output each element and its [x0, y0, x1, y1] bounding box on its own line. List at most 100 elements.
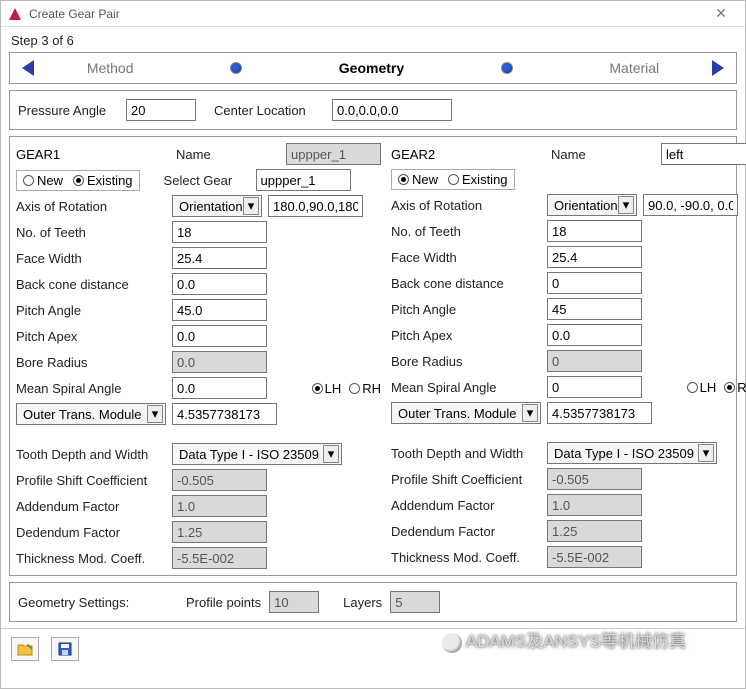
geometry-settings-panel: Geometry Settings: Profile points Layers — [9, 582, 737, 622]
profile-shift-label: Profile Shift Coefficient — [391, 472, 541, 487]
gear2-module-select[interactable]: Outer Trans. Module▾ — [391, 402, 541, 424]
gear2-no-teeth-input[interactable] — [547, 220, 642, 242]
gear1-module-input[interactable] — [172, 403, 277, 425]
gear2-rh-radio[interactable]: RH — [724, 380, 746, 395]
axis-label: Axis of Rotation — [391, 198, 541, 213]
gear1-mode-group: New Existing — [16, 170, 140, 191]
profile-points-label: Profile points — [186, 595, 261, 610]
addendum-label: Addendum Factor — [391, 498, 541, 513]
gear2-bore-radius-input — [547, 350, 642, 372]
gear1-face-width-input[interactable] — [172, 247, 267, 269]
chevron-down-icon: ▾ — [618, 196, 634, 214]
gear2-orientation-input[interactable] — [643, 194, 738, 216]
gear2-existing-radio[interactable]: Existing — [448, 172, 508, 187]
gear2-profile-shift-input — [547, 468, 642, 490]
pressure-angle-label: Pressure Angle — [18, 103, 118, 118]
pitch-angle-label: Pitch Angle — [391, 302, 541, 317]
pitch-apex-label: Pitch Apex — [391, 328, 541, 343]
wizard-method[interactable]: Method — [87, 60, 134, 76]
gear1-rh-radio[interactable]: RH — [349, 381, 381, 396]
gear2-module-input[interactable] — [547, 402, 652, 424]
gear2-pitch-angle-input[interactable] — [547, 298, 642, 320]
title-bar: Create Gear Pair ✕ — [1, 1, 745, 27]
select-gear-label: Select Gear — [164, 173, 250, 188]
gear1-column: GEAR1 Name New Existing Select Gear Axis… — [16, 143, 381, 569]
gear2-dedendum-input — [547, 520, 642, 542]
gear1-orientation-input[interactable] — [268, 195, 363, 217]
gear2-mode-group: New Existing — [391, 169, 515, 190]
gear1-no-teeth-input[interactable] — [172, 221, 267, 243]
gear2-back-cone-input[interactable] — [547, 272, 642, 294]
gear1-thick-mod-input — [172, 547, 267, 569]
chevron-down-icon: ▾ — [698, 444, 714, 462]
app-icon — [7, 6, 23, 22]
gears-panel: GEAR1 Name New Existing Select Gear Axis… — [9, 136, 737, 576]
gear1-new-radio[interactable]: New — [23, 173, 63, 188]
gear1-existing-radio[interactable]: Existing — [73, 173, 133, 188]
gear2-addendum-input — [547, 494, 642, 516]
mean-spiral-label: Mean Spiral Angle — [391, 380, 541, 395]
face-width-label: Face Width — [391, 250, 541, 265]
gear2-column: GEAR2 Name New Existing Axis of Rotation… — [391, 143, 746, 569]
wizard-dot — [231, 63, 241, 73]
layers-input[interactable] — [390, 591, 440, 613]
gear2-orientation-select[interactable]: Orientation▾ — [547, 194, 637, 216]
gear1-orientation-select[interactable]: Orientation▾ — [172, 195, 262, 217]
dedendum-label: Dedendum Factor — [16, 525, 166, 540]
chevron-down-icon: ▾ — [147, 405, 163, 423]
tooth-depth-label: Tooth Depth and Width — [391, 446, 541, 461]
dedendum-label: Dedendum Factor — [391, 524, 541, 539]
profile-points-input[interactable] — [269, 591, 319, 613]
gear2-title: GEAR2 — [391, 147, 541, 162]
pressure-angle-input[interactable] — [126, 99, 196, 121]
gear1-lh-radio[interactable]: LH — [312, 381, 342, 396]
gear2-new-radio[interactable]: New — [398, 172, 438, 187]
gear1-back-cone-input[interactable] — [172, 273, 267, 295]
open-folder-button[interactable] — [11, 637, 39, 661]
layers-label: Layers — [343, 595, 382, 610]
close-button[interactable]: ✕ — [703, 5, 739, 22]
center-location-label: Center Location — [214, 103, 324, 118]
chevron-down-icon: ▾ — [243, 197, 259, 215]
face-width-label: Face Width — [16, 251, 166, 266]
bottom-bar — [1, 628, 745, 669]
addendum-label: Addendum Factor — [16, 499, 166, 514]
no-teeth-label: No. of Teeth — [16, 225, 166, 240]
gear2-mean-spiral-input[interactable] — [547, 376, 642, 398]
top-panel: Pressure Angle Center Location — [9, 90, 737, 130]
gear1-select-gear-input[interactable] — [256, 169, 351, 191]
tooth-depth-label: Tooth Depth and Width — [16, 447, 166, 462]
back-cone-label: Back cone distance — [16, 277, 166, 292]
gear2-tooth-depth-select[interactable]: Data Type I - ISO 23509▾ — [547, 442, 717, 464]
wizard-geometry[interactable]: Geometry — [339, 60, 404, 76]
gear1-dedendum-input — [172, 521, 267, 543]
next-arrow[interactable] — [708, 59, 726, 77]
gear1-module-select[interactable]: Outer Trans. Module▾ — [16, 403, 166, 425]
pitch-angle-label: Pitch Angle — [16, 303, 166, 318]
window-title: Create Gear Pair — [29, 7, 703, 21]
gear1-addendum-input — [172, 495, 267, 517]
gear1-pitch-apex-input[interactable] — [172, 325, 267, 347]
gear1-tooth-depth-select[interactable]: Data Type I - ISO 23509▾ — [172, 443, 342, 465]
gear2-name-input[interactable] — [661, 143, 746, 165]
wizard-dot — [502, 63, 512, 73]
wizard-nav: Method Geometry Material — [9, 52, 737, 84]
back-cone-label: Back cone distance — [391, 276, 541, 291]
prev-arrow[interactable] — [20, 59, 38, 77]
gear1-pitch-angle-input[interactable] — [172, 299, 267, 321]
save-button[interactable] — [51, 637, 79, 661]
gear1-bore-radius-input — [172, 351, 267, 373]
wizard-material[interactable]: Material — [609, 60, 659, 76]
pitch-apex-label: Pitch Apex — [16, 329, 166, 344]
gear2-thick-mod-input — [547, 546, 642, 568]
gear2-face-width-input[interactable] — [547, 246, 642, 268]
no-teeth-label: No. of Teeth — [391, 224, 541, 239]
gear2-lh-radio[interactable]: LH — [687, 380, 717, 395]
gear1-profile-shift-input — [172, 469, 267, 491]
axis-label: Axis of Rotation — [16, 199, 166, 214]
name-label: Name — [176, 147, 276, 162]
chevron-down-icon: ▾ — [323, 445, 339, 463]
center-location-input[interactable] — [332, 99, 452, 121]
gear1-mean-spiral-input[interactable] — [172, 377, 267, 399]
gear2-pitch-apex-input[interactable] — [547, 324, 642, 346]
